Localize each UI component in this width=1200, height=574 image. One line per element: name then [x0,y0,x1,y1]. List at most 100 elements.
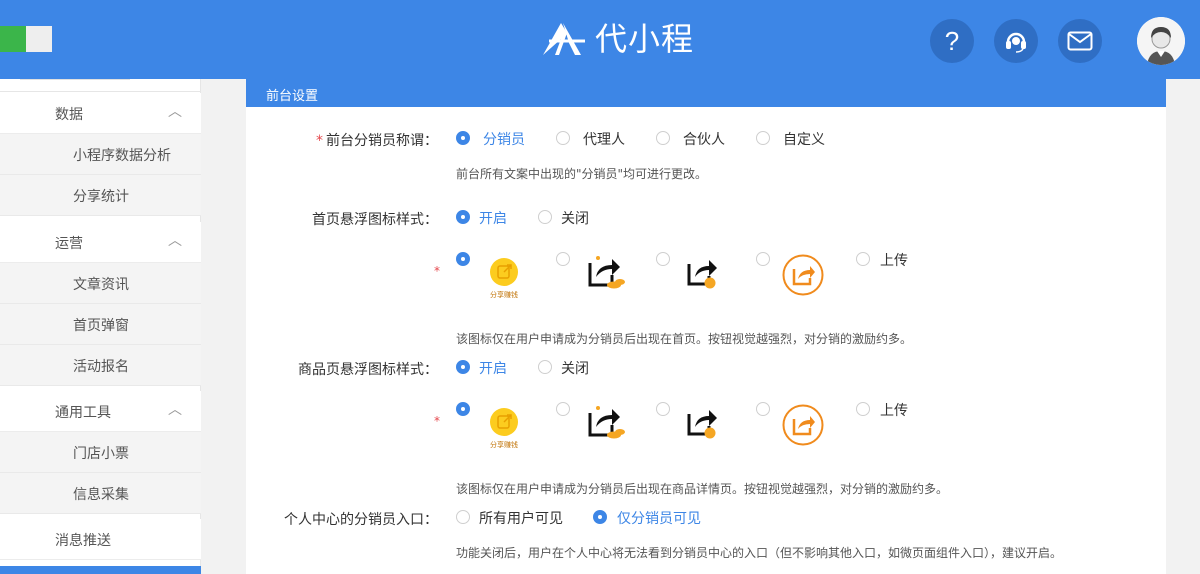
share-coins-icon[interactable] [586,405,626,445]
option-home-float-off[interactable]: 关闭 [561,208,589,228]
sidebar-item-articles[interactable]: 文章资讯 [0,263,201,304]
radio-home-icon-2[interactable] [556,252,570,266]
product-float-hint: 该图标仅在用户申请成为分销员后出现在商品详情页。按钮视觉越强烈，对分销的激励约多… [456,482,949,496]
toggle-on-indicator [0,26,26,52]
option-product-float-on[interactable]: 开启 [479,358,507,378]
sidebar-active-item[interactable] [0,566,201,574]
sidebar-item-share-stats[interactable]: 分享统计 [0,175,201,216]
distributor-name-hint: 前台所有文案中出现的"分销员"均可进行更改。 [456,167,708,181]
sidebar-item-label: 小程序数据分析 [73,148,171,164]
radio-distributor[interactable] [456,131,470,145]
envelope-icon [1067,31,1093,51]
sidebar-group-label: 数据 [55,107,83,123]
radio-product-float-off[interactable] [538,360,552,374]
radio-home-icon-1[interactable] [456,252,470,266]
share-circle-orange-icon[interactable] [782,254,824,300]
radio-product-icon-2[interactable] [556,402,570,416]
radio-custom[interactable] [756,131,770,145]
radio-home-icon-4[interactable] [756,252,770,266]
top-header: 代小程 ? [0,0,1200,79]
upload-option[interactable]: 上传 [880,250,908,270]
home-float-hint: 该图标仅在用户申请成为分销员后出现在首页。按钮视觉越强烈，对分销的激励约多。 [456,332,913,346]
center-entry-hint: 功能关闭后，用户在个人中心将无法看到分销员中心的入口（但不影响其他入口，如微页面… [456,546,1063,560]
radio-agent[interactable] [556,131,570,145]
section-title: 前台设置 [266,89,319,104]
headset-icon [1006,32,1026,53]
icon-caption: 分享赚钱 [490,291,518,299]
sidebar-item-miniprogram-analytics[interactable]: 小程序数据分析 [0,134,201,175]
sidebar-divider [20,79,130,80]
settings-panel: 前台设置 * 前台分销员称谓： 分销员 代理人 合伙人 自定义 前台所有文案中出现… [246,79,1166,574]
option-partner[interactable]: 合伙人 [683,129,725,149]
home-float-label: 首页悬浮图标样式： [312,212,438,228]
option-home-float-on[interactable]: 开启 [479,208,507,228]
radio-product-icon-3[interactable] [656,402,670,416]
center-entry-label: 个人中心的分销员入口： [284,512,438,528]
section-header: 前台设置 [246,79,1166,107]
chevron-up-icon: ︿ [168,402,182,418]
menu-toggle[interactable] [0,26,52,52]
sidebar-item-event-signup[interactable]: 活动报名 [0,345,201,386]
radio-partner[interactable] [656,131,670,145]
chevron-up-icon: ︿ [168,104,182,120]
share-earn-coin-icon[interactable]: 分享赚钱 [486,257,522,299]
option-agent[interactable]: 代理人 [583,129,625,149]
share-earn-coin-icon[interactable]: 分享赚钱 [486,407,522,449]
label-text: 前台分销员称谓： [326,133,438,149]
radio-product-icon-1[interactable] [456,402,470,416]
sidebar-item-label: 活动报名 [73,359,129,375]
share-coin-badge-icon[interactable] [686,407,720,443]
coin-share-icon [490,408,518,436]
sidebar-item-home-popup[interactable]: 首页弹窗 [0,304,201,345]
required-mark: * [434,264,440,278]
sidebar-item-label: 消息推送 [55,533,111,549]
customer-service-button[interactable] [994,19,1038,63]
sidebar-item-label: 门店小票 [73,446,129,462]
distributor-name-label: * 前台分销员称谓： [316,130,438,150]
sidebar-group-operations[interactable]: 运营 ︿ [0,222,201,263]
option-all-users[interactable]: 所有用户可见 [479,508,563,528]
chevron-up-icon: ︿ [168,233,182,249]
sidebar-group-data[interactable]: 数据 ︿ [0,93,201,134]
radio-product-float-on[interactable] [456,360,470,374]
radio-distributors-only[interactable] [593,510,607,524]
sidebar-item-label: 信息采集 [73,487,129,503]
sidebar-group-label: 运营 [55,236,83,252]
option-product-float-off[interactable]: 关闭 [561,358,589,378]
sidebar-item-store-receipt[interactable]: 门店小票 [0,432,201,473]
sidebar-item-label: 文章资讯 [73,277,129,293]
sidebar-item-message-push[interactable]: 消息推送 [0,519,201,560]
coin-share-icon [490,258,518,286]
required-mark: * [434,414,440,428]
share-coin-badge-icon[interactable] [686,257,720,293]
sidebar-group-label: 通用工具 [55,405,111,421]
radio-all-users[interactable] [456,510,470,524]
message-button[interactable] [1058,19,1102,63]
help-button[interactable]: ? [930,19,974,63]
question-mark-icon: ? [944,25,960,56]
option-distributor[interactable]: 分销员 [483,129,525,149]
user-avatar[interactable] [1137,17,1185,65]
share-circle-orange-icon[interactable] [782,404,824,450]
user-avatar-icon [1137,17,1185,65]
radio-home-icon-upload[interactable] [856,252,870,266]
brand-logo[interactable]: 代小程 [541,17,694,61]
option-distributors-only[interactable]: 仅分销员可见 [617,508,701,528]
upload-option[interactable]: 上传 [880,400,908,420]
sidebar-divider [0,91,201,92]
icon-caption: 分享赚钱 [490,441,518,449]
required-mark: * [316,133,323,149]
sidebar-nav: 数据 ︿ 小程序数据分析 分享统计 运营 ︿ 文章资讯 首页弹窗 活动报名 通用… [0,79,201,574]
option-custom[interactable]: 自定义 [783,129,825,149]
radio-product-icon-upload[interactable] [856,402,870,416]
sidebar-item-label: 分享统计 [73,189,129,205]
radio-product-icon-4[interactable] [756,402,770,416]
share-coins-icon[interactable] [586,255,626,295]
sidebar-group-tools[interactable]: 通用工具 ︿ [0,391,201,432]
logo-mark-icon [543,23,585,55]
radio-home-float-on[interactable] [456,210,470,224]
radio-home-icon-3[interactable] [656,252,670,266]
sidebar-item-label: 首页弹窗 [73,318,129,334]
radio-home-float-off[interactable] [538,210,552,224]
sidebar-item-info-collect[interactable]: 信息采集 [0,473,201,514]
